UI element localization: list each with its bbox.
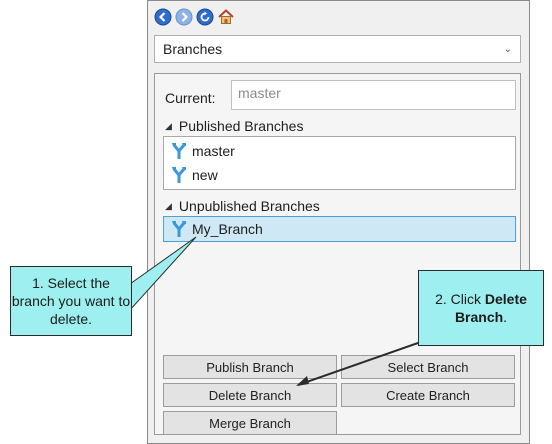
callout-step-2-text: 2. Click Delete Branch. — [419, 290, 543, 326]
branch-icon — [172, 167, 186, 183]
branches-content: Current: master ◢ Published Branches mas… — [154, 73, 521, 435]
back-icon[interactable] — [154, 8, 172, 26]
create-branch-button[interactable]: Create Branch — [341, 383, 515, 407]
callout-step-2-suffix: . — [503, 309, 508, 325]
chevron-down-icon: ⌄ — [503, 44, 512, 55]
branch-label: My_Branch — [192, 221, 263, 237]
branch-label: master — [192, 143, 235, 159]
unpublished-branches-header[interactable]: ◢ Unpublished Branches — [165, 198, 320, 214]
view-dropdown-value: Branches — [163, 41, 223, 57]
branches-panel: Branches ⌄ Current: master ◢ Published B… — [147, 0, 530, 444]
list-item-selected[interactable]: My_Branch — [163, 216, 516, 242]
home-icon[interactable] — [217, 8, 235, 26]
branch-icon — [172, 143, 186, 159]
callout-step-1: 1. Select the branch you want to delete. — [10, 266, 132, 336]
delete-branch-button[interactable]: Delete Branch — [163, 383, 337, 407]
callout-step-2: 2. Click Delete Branch. — [418, 270, 544, 346]
current-label: Current: — [165, 90, 216, 106]
published-branches-header[interactable]: ◢ Published Branches — [165, 118, 303, 134]
callout-step-1-text: 1. Select the branch you want to delete. — [11, 275, 131, 327]
callout-step-2-prefix: 2. Click — [435, 291, 485, 307]
publish-branch-button[interactable]: Publish Branch — [163, 355, 337, 379]
list-item[interactable]: new — [164, 163, 515, 187]
list-item[interactable]: master — [164, 139, 515, 163]
collapse-triangle-icon: ◢ — [165, 120, 172, 131]
unpublished-branches-heading: Unpublished Branches — [178, 198, 320, 214]
view-dropdown[interactable]: Branches ⌄ — [154, 35, 521, 63]
unpublished-branches-list: My_Branch — [163, 216, 516, 242]
forward-icon[interactable] — [175, 8, 193, 26]
branch-label: new — [192, 167, 218, 183]
merge-branch-button[interactable]: Merge Branch — [163, 411, 337, 435]
branch-icon — [172, 221, 186, 237]
collapse-triangle-icon: ◢ — [165, 200, 172, 211]
published-branches-heading: Published Branches — [178, 118, 304, 134]
refresh-icon[interactable] — [196, 8, 214, 26]
current-branch-field[interactable]: master — [231, 80, 516, 110]
navigation-toolbar — [154, 7, 235, 27]
select-branch-button[interactable]: Select Branch — [341, 355, 515, 379]
published-branches-list: master new — [163, 136, 516, 190]
